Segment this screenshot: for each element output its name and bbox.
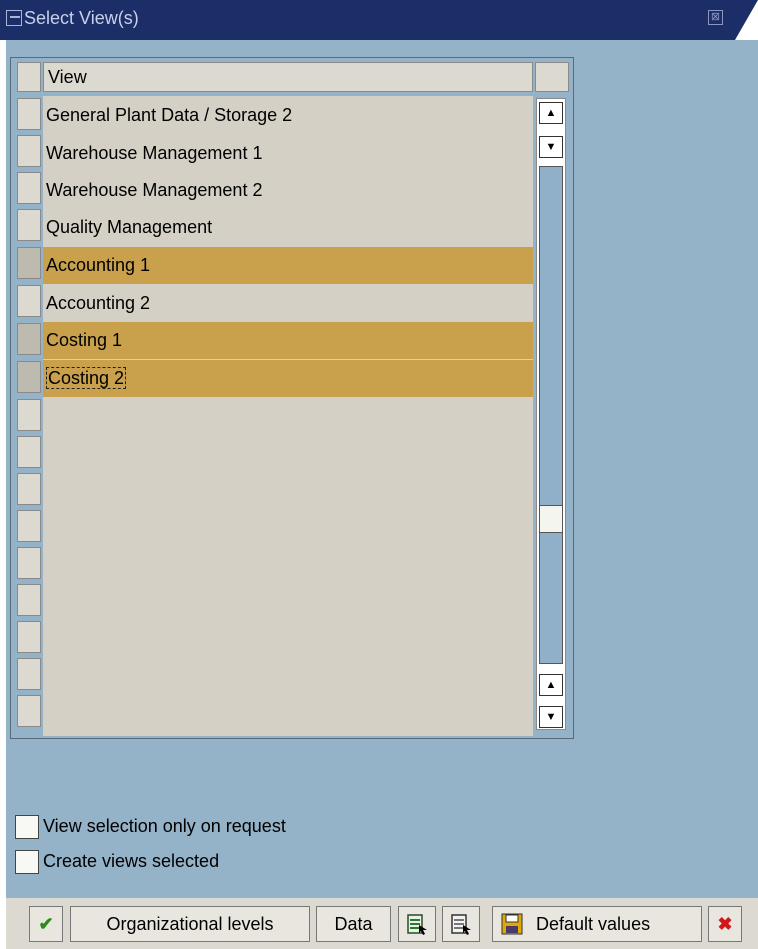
select-all-button[interactable] <box>398 906 436 942</box>
row-selector[interactable] <box>17 584 41 616</box>
row-selector[interactable] <box>17 510 41 542</box>
row-label: Accounting 1 <box>46 255 151 275</box>
default-values-label: Default values <box>536 914 651 934</box>
select-views-dialog: Select View(s) ⊠ View General Plant Data… <box>0 0 758 949</box>
table-row[interactable]: Costing 1 <box>43 322 533 359</box>
window-title: Select View(s) <box>24 8 139 28</box>
row-label: Warehouse Management 1 <box>46 143 263 163</box>
scroll-up-button[interactable]: ▲ <box>539 674 563 696</box>
title-bar: Select View(s) ⊠ <box>0 0 758 40</box>
continue-button[interactable]: ✔ <box>29 906 63 942</box>
row-selector[interactable] <box>17 399 41 431</box>
table-row[interactable]: General Plant Data / Storage 2 <box>43 97 533 134</box>
view-selection-checkbox[interactable] <box>15 815 39 839</box>
table-row[interactable]: Warehouse Management 1 <box>43 135 533 172</box>
data-button[interactable]: Data <box>316 906 391 942</box>
row-selector[interactable] <box>17 473 41 505</box>
scroll-page-up-button[interactable]: ▲ <box>539 102 563 124</box>
default-values-button[interactable]: Default values <box>492 906 702 942</box>
row-label: General Plant Data / Storage 2 <box>46 105 293 125</box>
row-selector[interactable] <box>17 98 41 130</box>
organizational-levels-button[interactable]: Organizational levels <box>70 906 310 942</box>
row-selector[interactable] <box>17 658 41 690</box>
cancel-icon: ✖ <box>717 914 733 934</box>
row-selector[interactable] <box>17 172 41 204</box>
column-header-view[interactable]: View <box>43 62 533 92</box>
row-label: Accounting 2 <box>46 293 151 313</box>
row-label: Costing 2 <box>46 367 127 389</box>
row-selector[interactable] <box>17 547 41 579</box>
deselect-all-icon <box>451 914 471 935</box>
row-selector[interactable] <box>17 323 41 355</box>
table-row[interactable]: Costing 2 <box>43 360 533 397</box>
deselect-all-button[interactable] <box>442 906 480 942</box>
row-selector[interactable] <box>17 247 41 279</box>
table-row[interactable]: Warehouse Management 2 <box>43 172 533 209</box>
view-selection-label: View selection only on request <box>43 816 286 836</box>
table-row[interactable]: Accounting 2 <box>43 285 533 322</box>
column-settings-button[interactable] <box>535 62 569 92</box>
create-views-label: Create views selected <box>43 851 220 871</box>
window-menu-icon[interactable] <box>6 10 22 26</box>
close-icon[interactable]: ⊠ <box>708 10 723 25</box>
row-selector[interactable] <box>17 621 41 653</box>
scroll-thumb[interactable] <box>539 505 563 533</box>
row-selector[interactable] <box>17 436 41 468</box>
table-row[interactable]: Quality Management <box>43 209 533 246</box>
row-selector[interactable] <box>17 209 41 241</box>
row-label: Warehouse Management 2 <box>46 180 263 200</box>
scroll-track[interactable] <box>539 166 563 664</box>
select-all-icon <box>407 914 427 935</box>
row-selector[interactable] <box>17 285 41 317</box>
scroll-page-down-button[interactable]: ▼ <box>539 136 563 158</box>
create-views-checkbox[interactable] <box>15 850 39 874</box>
table-row[interactable]: Accounting 1 <box>43 247 533 284</box>
cancel-button[interactable]: ✖ <box>708 906 742 942</box>
row-label: Quality Management <box>46 217 213 237</box>
scroll-down-button[interactable]: ▼ <box>539 706 563 728</box>
select-all-rows-button[interactable] <box>17 62 41 92</box>
row-label: Costing 1 <box>46 330 123 350</box>
row-selector[interactable] <box>17 361 41 393</box>
row-selector[interactable] <box>17 695 41 727</box>
row-selector[interactable] <box>17 135 41 167</box>
checkmark-icon: ✔ <box>38 914 54 934</box>
save-icon <box>501 913 523 935</box>
